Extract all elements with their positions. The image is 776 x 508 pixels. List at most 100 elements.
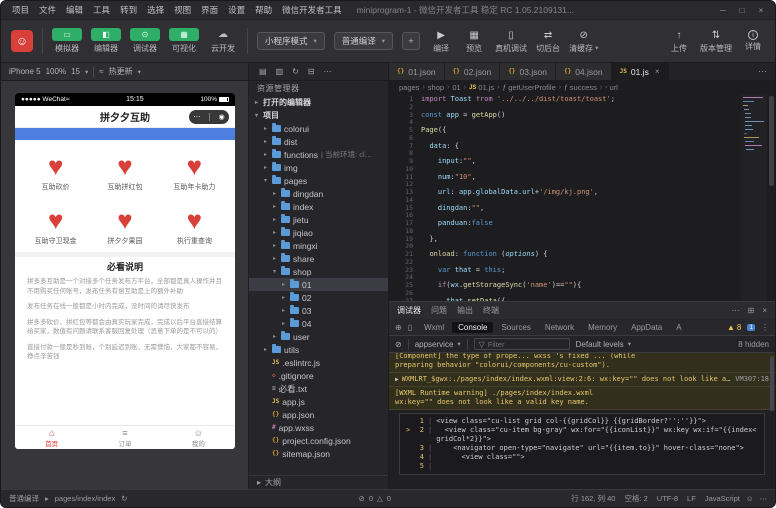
hot-reload-toggle[interactable]: 热更新 xyxy=(109,66,133,77)
devtools-tab-Sources[interactable]: Sources xyxy=(495,322,536,333)
tree-item-dingdan[interactable]: ▸ dingdan xyxy=(249,187,388,200)
notice-banner[interactable] xyxy=(15,128,235,140)
outline-section[interactable]: ▸ 大纲 xyxy=(249,475,388,489)
devtools-tab-Wxml[interactable]: Wxml xyxy=(418,322,450,333)
tree-item-project.config.json[interactable]: {} project.config.json xyxy=(249,434,388,447)
problem-counts[interactable]: ⊘ 0 △ 0 xyxy=(359,494,391,503)
devtools-tab-A[interactable]: A xyxy=(670,322,687,333)
device-select[interactable]: iPhone 5 xyxy=(9,67,41,76)
tree-item-app.js[interactable]: JS app.js xyxy=(249,395,388,408)
user-avatar[interactable]: ☺ xyxy=(11,30,33,52)
hidden-count[interactable]: 8 hidden xyxy=(738,340,769,349)
grid-item-拼夕夕果园[interactable]: ♥ 拼夕夕果园 xyxy=(90,198,159,252)
tree-item-utils[interactable]: ▸ utils xyxy=(249,343,388,356)
device-icon[interactable]: ▯ xyxy=(408,323,412,332)
inspect-icon[interactable]: ⊕ xyxy=(395,323,402,332)
action-切后台[interactable]: ⇄ 切后台 xyxy=(536,29,560,54)
action-详情[interactable]: i 详情 xyxy=(741,30,765,52)
context-select[interactable]: appservice ▾ xyxy=(415,340,461,349)
panel-tab-调试器[interactable]: 调试器 xyxy=(397,305,421,316)
scrollbar-thumb[interactable] xyxy=(770,356,774,411)
clear-console-icon[interactable]: ⊘ xyxy=(395,340,402,349)
breadcrumb-item[interactable]: ƒ getUserProfile xyxy=(503,83,556,92)
tree-item-dist[interactable]: ▸ dist xyxy=(249,135,388,148)
menu-item-微信开发者工具[interactable]: 微信开发者工具 xyxy=(277,4,347,16)
breadcrumb-item[interactable]: pages xyxy=(399,83,419,92)
grid-item-互助拼红包[interactable]: ♥ 互助拼红包 xyxy=(90,144,159,198)
phone-tab-我的[interactable]: ☺ 我的 xyxy=(162,426,235,449)
status-item-4[interactable]: JavaScript xyxy=(705,494,740,503)
chevron-down-icon[interactable]: ▾ xyxy=(85,68,88,76)
toolbar-toggle-云开发[interactable]: ☁ 云开发 xyxy=(208,28,238,54)
tree-item-必看.txt[interactable]: ≡ 必看.txt xyxy=(249,382,388,395)
exit-icon[interactable]: ◉ xyxy=(219,113,225,121)
status-item-1[interactable]: 空格: 2 xyxy=(624,493,647,504)
action-清缓存[interactable]: ⊘ 清缓存 ▾ xyxy=(569,29,598,54)
panel-tab-终端[interactable]: 终端 xyxy=(483,305,499,316)
tree-item-app.json[interactable]: {} app.json xyxy=(249,408,388,421)
tree-item-index[interactable]: ▸ index xyxy=(249,200,388,213)
console-source-link[interactable]: VM307:18 xyxy=(735,375,769,384)
menu-item-项目[interactable]: 项目 xyxy=(7,4,34,16)
more-icon[interactable]: ⋯ xyxy=(732,306,740,315)
capsule-menu[interactable]: ⋯ ◉ xyxy=(189,110,229,124)
phone-tab-首页[interactable]: ⌂ 首页 xyxy=(15,426,88,449)
phone-tab-订单[interactable]: ≡ 订单 xyxy=(88,426,161,449)
toolbar-toggle-模拟器[interactable]: ▭ 模拟器 xyxy=(52,28,82,54)
action-真机调试[interactable]: ▯ 真机调试 xyxy=(495,29,527,54)
tree-item-04[interactable]: ▸ 04 xyxy=(249,317,388,330)
toolbar-toggle-可视化[interactable]: ▦ 可视化 xyxy=(169,28,199,54)
compile-mode-status[interactable]: 普通编译 xyxy=(9,493,39,504)
status-item-2[interactable]: UTF-8 xyxy=(657,494,678,503)
grid-item-互助年卡助力[interactable]: ♥ 互助年卡助力 xyxy=(160,144,229,198)
warning-count[interactable]: ▲ 8 xyxy=(727,323,741,332)
grid-item-互助守卫现金[interactable]: ♥ 互助守卫现金 xyxy=(21,198,90,252)
maximize-button[interactable]: □ xyxy=(734,6,750,15)
mode-select[interactable]: 小程序模式 ▾ xyxy=(257,32,325,50)
tree-item-打开的编辑器[interactable]: ▸ 打开的编辑器 xyxy=(249,96,388,109)
new-folder-icon[interactable]: ▥ xyxy=(276,67,284,76)
menu-item-文件[interactable]: 文件 xyxy=(34,4,61,16)
devtools-tab-Network[interactable]: Network xyxy=(539,322,580,333)
close-tab-icon[interactable]: × xyxy=(655,67,660,76)
tree-item-functions[interactable]: ▸ functions | 当前环境: cl… xyxy=(249,148,388,161)
tree-item-jietu[interactable]: ▸ jietu xyxy=(249,213,388,226)
filter-input[interactable] xyxy=(487,339,562,349)
action-上传[interactable]: ↑ 上传 xyxy=(667,29,691,54)
tree-item-.gitignore[interactable]: ◇ .gitignore xyxy=(249,369,388,382)
more-icon[interactable]: ⋯ xyxy=(324,67,332,76)
zoom-select[interactable]: 100% xyxy=(46,67,66,76)
action-预览[interactable]: ▦ 预览 xyxy=(462,29,486,54)
tree-item-02[interactable]: ▸ 02 xyxy=(249,291,388,304)
breadcrumb-item[interactable]: ƒ success xyxy=(564,83,597,92)
refresh-icon[interactable]: ↻ xyxy=(121,494,127,503)
menu-item-转到[interactable]: 转到 xyxy=(115,4,142,16)
new-file-icon[interactable]: ▤ xyxy=(259,67,267,76)
panel-tab-问题[interactable]: 问题 xyxy=(431,305,447,316)
console-scrollbar[interactable] xyxy=(769,353,775,489)
feedback-icon[interactable]: ☺ xyxy=(746,494,754,503)
toolbar-toggle-调试器[interactable]: ⊙ 调试器 xyxy=(130,28,160,54)
minimize-button[interactable]: ─ xyxy=(715,6,731,15)
tree-item-01[interactable]: ▸ 01 xyxy=(249,278,388,291)
tree-item-jiqiao[interactable]: ▸ jiqiao xyxy=(249,226,388,239)
chevron-down-icon[interactable]: ▾ xyxy=(138,68,141,76)
editor-tab-01.js[interactable]: JS 01.js × xyxy=(611,63,669,80)
menu-item-选择[interactable]: 选择 xyxy=(142,4,169,16)
devtools-tab-Console[interactable]: Console xyxy=(452,321,494,333)
panel-tab-输出[interactable]: 输出 xyxy=(457,305,473,316)
tree-item-03[interactable]: ▸ 03 xyxy=(249,304,388,317)
devtools-tab-Memory[interactable]: Memory xyxy=(582,322,623,333)
grid-item-互助砍价[interactable]: ♥ 互助砍价 xyxy=(21,144,90,198)
editor-tab-02.json[interactable]: {} 02.json xyxy=(444,63,501,80)
tree-item-mingxi[interactable]: ▸ mingxi xyxy=(249,239,388,252)
tree-item-.eslintrc.js[interactable]: JS .eslintrc.js xyxy=(249,356,388,369)
breadcrumb-item[interactable]: 01 xyxy=(452,83,460,92)
refresh-icon[interactable]: ↻ xyxy=(292,67,299,76)
breadcrumb-item[interactable]: shop xyxy=(428,83,444,92)
menu-item-工具[interactable]: 工具 xyxy=(88,4,115,16)
tree-item-app.wxss[interactable]: # app.wxss xyxy=(249,421,388,434)
menu-item-帮助[interactable]: 帮助 xyxy=(250,4,277,16)
info-count-value[interactable]: 1 xyxy=(747,323,755,331)
breadcrumb-item[interactable]: JS 01.js xyxy=(469,83,494,92)
